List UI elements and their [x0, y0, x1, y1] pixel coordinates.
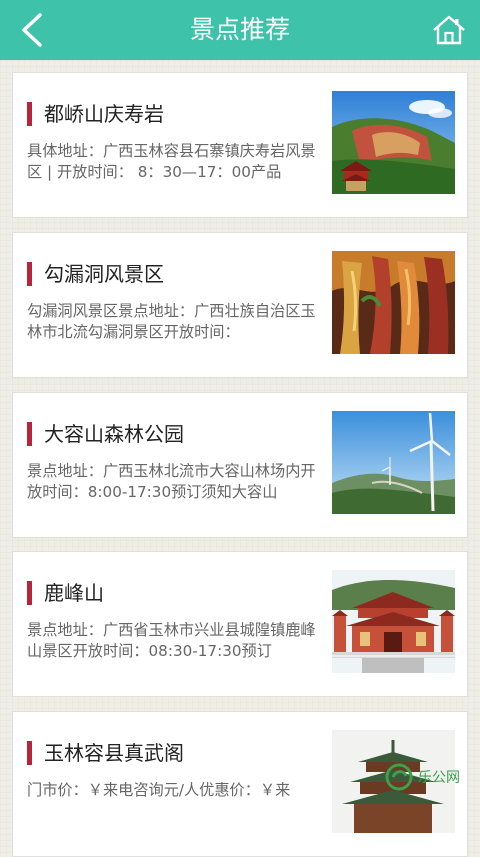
temple-gate-photo	[332, 570, 455, 673]
spot-description: 景点地址：广西省玉林市兴业县城隍镇鹿峰山景区开放时间：08:30-17:30预订	[27, 621, 316, 660]
home-button[interactable]	[426, 8, 472, 52]
watermark-text: 乐公网	[418, 770, 460, 786]
wind-turbine-mountain-photo	[332, 411, 455, 514]
spot-name: 鹿峰山	[27, 581, 104, 605]
home-icon	[433, 15, 465, 45]
spot-description: 具体地址：广西玉林容县石寨镇庆寿岩风景区 | 开放时间： 8：30—17：00产…	[27, 142, 316, 181]
spot-name: 大容山森林公园	[27, 422, 184, 446]
watermark: 乐公网	[384, 754, 480, 800]
spot-description: 勾漏洞风景区景点地址：广西壮族自治区玉林市北流勾漏洞景区开放时间：	[27, 302, 316, 341]
red-cliff-pavilion-photo	[332, 91, 455, 194]
spot-name: 勾漏洞风景区	[27, 262, 164, 286]
spot-description: 门市价：￥来电咨询元/人优惠价：￥来	[27, 781, 291, 799]
page-title: 景点推荐	[189, 15, 290, 44]
list-item[interactable]: 都峤山庆寿岩 具体地址：广西玉林容县石寨镇庆寿岩风景区 | 开放时间： 8：30…	[12, 72, 468, 218]
list-item[interactable]: 勾漏洞风景区 勾漏洞风景区景点地址：广西壮族自治区玉林市北流勾漏洞景区开放时间：	[12, 232, 468, 378]
title-bar: 景点推荐	[0, 0, 480, 60]
spot-name: 玉林容县真武阁	[27, 741, 184, 765]
spot-name: 都峤山庆寿岩	[27, 102, 164, 126]
watermark-logo-icon	[385, 763, 413, 791]
list-item[interactable]: 鹿峰山 景点地址：广西省玉林市兴业县城隍镇鹿峰山景区开放时间：08:30-17:…	[12, 551, 468, 697]
list-item[interactable]: 大容山森林公园 景点地址：广西玉林北流市大容山林场内开放时间：8:00-17:3…	[12, 392, 468, 538]
spot-description: 景点地址：广西玉林北流市大容山林场内开放时间：8:00-17:30预订须知大容山	[27, 462, 316, 501]
colorful-cave-photo	[332, 251, 455, 354]
